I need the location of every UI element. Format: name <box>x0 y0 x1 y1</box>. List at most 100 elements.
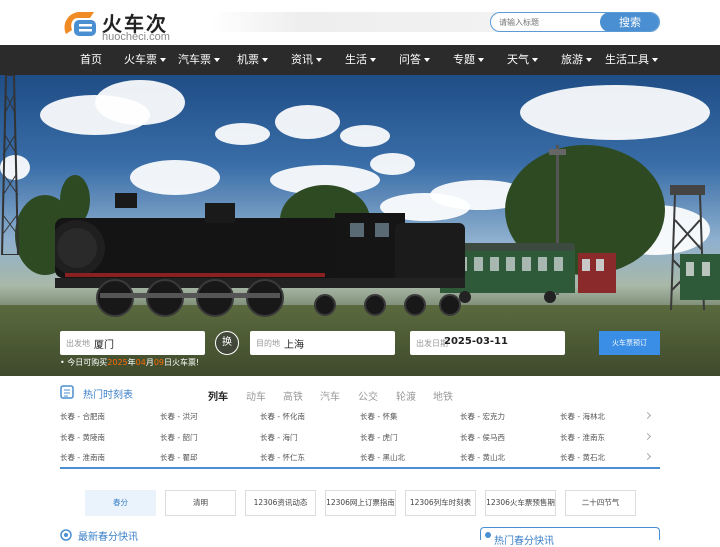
chevron-down-icon <box>370 58 376 62</box>
route-link[interactable]: 长春 - 合肥南 <box>60 411 105 422</box>
tab-city-bus[interactable]: 公交 <box>358 388 378 403</box>
chevron-down-icon <box>532 58 538 62</box>
tab-emu[interactable]: 动车 <box>246 388 266 403</box>
nav-label: 问答 <box>399 53 421 66</box>
route-link[interactable]: 长春 - 韶门 <box>160 432 197 443</box>
search-box: 搜索 <box>490 12 660 32</box>
swap-stations-button[interactable]: 换 <box>215 331 239 355</box>
tab-high-speed[interactable]: 高铁 <box>283 388 303 403</box>
hot-icon <box>485 532 491 538</box>
route-link[interactable]: 长春 - 瞿邱 <box>160 452 197 463</box>
steam-locomotive <box>55 193 465 317</box>
tab-train[interactable]: 列车 <box>208 388 228 403</box>
route-link[interactable]: 长春 - 黄陵南 <box>60 432 105 443</box>
nav-item-news[interactable]: 资讯 <box>291 45 322 75</box>
search-input[interactable] <box>499 15 599 29</box>
route-link[interactable]: 长春 - 黄山北 <box>460 452 505 463</box>
topic-pill-12306-presale[interactable]: 12306火车票预售期 <box>485 490 556 516</box>
topic-pill-chunfen[interactable]: 春分 <box>85 490 156 516</box>
nav-label: 首页 <box>80 53 102 66</box>
nav-item-weather[interactable]: 天气 <box>507 45 538 75</box>
topic-pill-qingming[interactable]: 清明 <box>165 490 236 516</box>
topic-pill-12306-news[interactable]: 12306资讯动态 <box>245 490 316 516</box>
nav-item-qa[interactable]: 问答 <box>399 45 430 75</box>
hero-banner: 出发地 厦门 换 目的地 上海 出发日期 2025-03-11 火车票预订 • … <box>0 75 720 376</box>
nav-item-life[interactable]: 生活 <box>345 45 376 75</box>
chevron-down-icon <box>160 58 166 62</box>
cloud <box>275 105 340 139</box>
route-link[interactable]: 长春 - 淮南东 <box>560 432 605 443</box>
chevron-down-icon <box>316 58 322 62</box>
departure-date-field[interactable]: 出发日期 2025-03-11 <box>410 331 565 355</box>
tab-ferry[interactable]: 轮渡 <box>396 388 416 403</box>
lattice-tower <box>0 75 20 255</box>
to-station-field[interactable]: 目的地 上海 <box>250 331 395 355</box>
cloud <box>215 123 270 145</box>
news-icon <box>60 529 72 541</box>
nav-item-home[interactable]: 首页 <box>80 45 102 75</box>
nav-label: 火车票 <box>124 53 157 66</box>
nav-label: 资讯 <box>291 53 313 66</box>
to-value: 上海 <box>284 340 304 351</box>
search-button[interactable]: 搜索 <box>600 13 659 31</box>
nav-label: 机票 <box>237 53 259 66</box>
route-link[interactable]: 长春 - 洪河 <box>160 411 197 422</box>
nav-label: 汽车票 <box>178 53 211 66</box>
notice-year: 2025 <box>107 358 128 367</box>
schedule-icon <box>60 385 74 399</box>
nav-item-topics[interactable]: 专题 <box>453 45 484 75</box>
site-header: 火车次 huocheci.com 搜索 <box>0 0 720 45</box>
cloud <box>130 160 220 195</box>
chevron-down-icon <box>586 58 592 62</box>
chevron-down-icon <box>214 58 220 62</box>
chevron-down-icon <box>652 58 658 62</box>
from-value: 厦门 <box>94 340 114 351</box>
route-link[interactable]: 长春 - 怀集 <box>360 411 397 422</box>
nav-label: 生活工具 <box>605 53 649 66</box>
chevron-down-icon <box>424 58 430 62</box>
latest-news-title: 最新春分快讯 <box>78 532 138 543</box>
nav-item-flights[interactable]: 机票 <box>237 45 268 75</box>
tab-bus[interactable]: 汽车 <box>320 388 340 403</box>
cloud <box>370 153 415 175</box>
logo-train-icon <box>64 12 96 36</box>
nav-label: 生活 <box>345 53 367 66</box>
nav-item-travel[interactable]: 旅游 <box>561 45 592 75</box>
chevron-right-icon <box>643 452 652 461</box>
tab-subway[interactable]: 地铁 <box>433 388 453 403</box>
to-label: 目的地 <box>256 339 280 348</box>
notice-month: 04 <box>135 358 146 367</box>
route-link[interactable]: 长春 - 怀化南 <box>260 411 305 422</box>
nav-item-bus-tickets[interactable]: 汽车票 <box>178 45 220 75</box>
chevron-right-icon <box>643 432 652 441</box>
nav-label: 天气 <box>507 53 529 66</box>
topic-pill-12306-timetable[interactable]: 12306列车时刻表 <box>405 490 476 516</box>
date-value: 2025-03-11 <box>444 336 508 347</box>
site-logo[interactable]: 火车次 huocheci.com <box>60 6 180 43</box>
parked-coach <box>680 254 720 300</box>
notice-month-unit: 月 <box>145 358 154 367</box>
route-link[interactable]: 长春 - 海门 <box>260 432 297 443</box>
route-link[interactable]: 长春 - 黄石北 <box>560 452 605 463</box>
header-decoration <box>210 12 510 32</box>
presale-notice: • 今日可购买2025年04月09日火车票! <box>60 357 199 368</box>
from-station-field[interactable]: 出发地 厦门 <box>60 331 205 355</box>
topic-pill-solar-terms[interactable]: 二十四节气 <box>565 490 636 516</box>
notice-prefix: 今日可购买 <box>67 358 108 367</box>
nav-label: 旅游 <box>561 53 583 66</box>
nav-label: 专题 <box>453 53 475 66</box>
route-link[interactable]: 长春 - 黑山北 <box>360 452 405 463</box>
nav-item-life-tools[interactable]: 生活工具 <box>605 45 658 75</box>
topic-pill-12306-guide[interactable]: 12306网上订票指南 <box>325 490 396 516</box>
route-link[interactable]: 长春 - 海林北 <box>560 411 605 422</box>
route-link[interactable]: 长春 - 虎门 <box>360 432 397 443</box>
route-link[interactable]: 长春 - 淮南南 <box>60 452 105 463</box>
chevron-down-icon <box>262 58 268 62</box>
route-link[interactable]: 长春 - 怀仁东 <box>260 452 305 463</box>
nav-item-train-tickets[interactable]: 火车票 <box>124 45 166 75</box>
route-link[interactable]: 长春 - 侯马西 <box>460 432 505 443</box>
route-link[interactable]: 长春 - 宏克力 <box>460 411 505 422</box>
chevron-right-icon <box>643 411 652 420</box>
hot-news-panel: 热门春分快讯 <box>480 527 660 547</box>
book-train-ticket-button[interactable]: 火车票预订 <box>599 331 660 355</box>
